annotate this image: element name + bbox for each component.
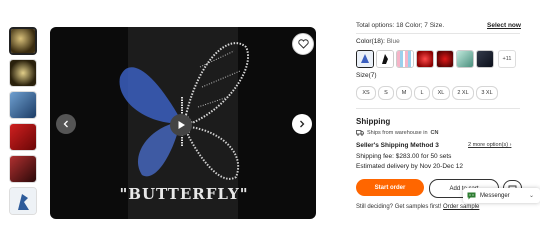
messenger-label: Messenger <box>480 192 510 199</box>
divider <box>356 108 520 109</box>
size-option-2xl[interactable]: 2 XL <box>452 86 474 100</box>
thumbnail-6[interactable] <box>9 187 37 215</box>
estimated-delivery: Estimated delivery by Nov 20-Dec 12 <box>356 163 463 170</box>
color-swatch-1[interactable] <box>356 50 374 68</box>
thumbnail-2[interactable] <box>9 59 37 87</box>
select-now-link[interactable]: Select now <box>487 22 521 29</box>
more-shipping-options-link[interactable]: 2 more option(s) › <box>468 142 511 148</box>
size-option-xs[interactable]: XS <box>356 86 376 100</box>
divider <box>356 33 520 34</box>
chevron-down-icon[interactable]: ⌄ <box>529 192 534 199</box>
chevron-right-icon <box>300 120 305 128</box>
color-count-label: Color(18): <box>356 38 385 45</box>
next-button[interactable] <box>292 114 312 134</box>
viewer-text: "BUTTERFLY" <box>119 185 248 203</box>
color-swatch-7[interactable] <box>476 50 494 68</box>
play-button[interactable] <box>170 114 192 136</box>
heart-icon <box>297 39 309 49</box>
thumbnail-3[interactable] <box>9 91 37 119</box>
size-option-m[interactable]: M <box>396 86 412 100</box>
size-option-3xl[interactable]: 3 XL <box>476 86 498 100</box>
thumbnail-strip <box>0 0 44 240</box>
size-option-s[interactable]: S <box>378 86 394 100</box>
color-swatch-5[interactable] <box>436 50 454 68</box>
color-swatch-3[interactable] <box>396 50 414 68</box>
messenger-icon <box>467 192 476 199</box>
product-options-panel: Total options: 18 Color; 7 Size. Select … <box>356 0 540 240</box>
favorite-button[interactable] <box>292 33 314 55</box>
ships-from: Ships from warehouse in CN <box>356 130 438 136</box>
more-shipping-options-label: 2 more option(s) <box>468 142 509 148</box>
size-option-l[interactable]: L <box>414 86 430 100</box>
options-summary: Total options: 18 Color; 7 Size. <box>356 22 445 29</box>
shipping-title: Shipping <box>356 117 391 126</box>
color-swatch-2[interactable] <box>376 50 394 68</box>
ships-from-text: Ships from warehouse in <box>367 130 428 136</box>
color-label: Color(18): Blue <box>356 38 400 45</box>
ships-from-country: CN <box>430 130 439 136</box>
order-sample-link[interactable]: Order sample <box>443 204 479 210</box>
chevron-right-icon: › <box>509 142 512 148</box>
play-icon <box>178 121 185 129</box>
shipping-fee: Shipping fee: $283.00 for 50 sets <box>356 153 452 160</box>
thumbnail-4[interactable] <box>9 123 37 151</box>
chevron-left-icon <box>63 120 68 128</box>
more-colors-button[interactable]: +11 <box>498 50 516 68</box>
thumbnail-1[interactable] <box>9 27 37 55</box>
truck-icon <box>356 130 364 136</box>
color-selected-value: Blue <box>386 38 400 45</box>
color-swatch-4[interactable] <box>416 50 434 68</box>
start-order-button[interactable]: Start order <box>356 179 424 196</box>
previous-button[interactable] <box>56 114 76 134</box>
size-option-xl[interactable]: XL <box>432 86 450 100</box>
samples-prompt: Still deciding? Get samples first! Order… <box>356 204 479 210</box>
thumbnail-5[interactable] <box>9 155 37 183</box>
color-swatch-6[interactable] <box>456 50 474 68</box>
samples-question: Still deciding? Get samples first! <box>356 204 442 210</box>
shipping-method: Seller's Shipping Method 3 <box>356 142 439 149</box>
size-label: Size(7) <box>356 72 377 79</box>
messenger-widget[interactable]: Messenger ⌄ <box>463 188 540 203</box>
